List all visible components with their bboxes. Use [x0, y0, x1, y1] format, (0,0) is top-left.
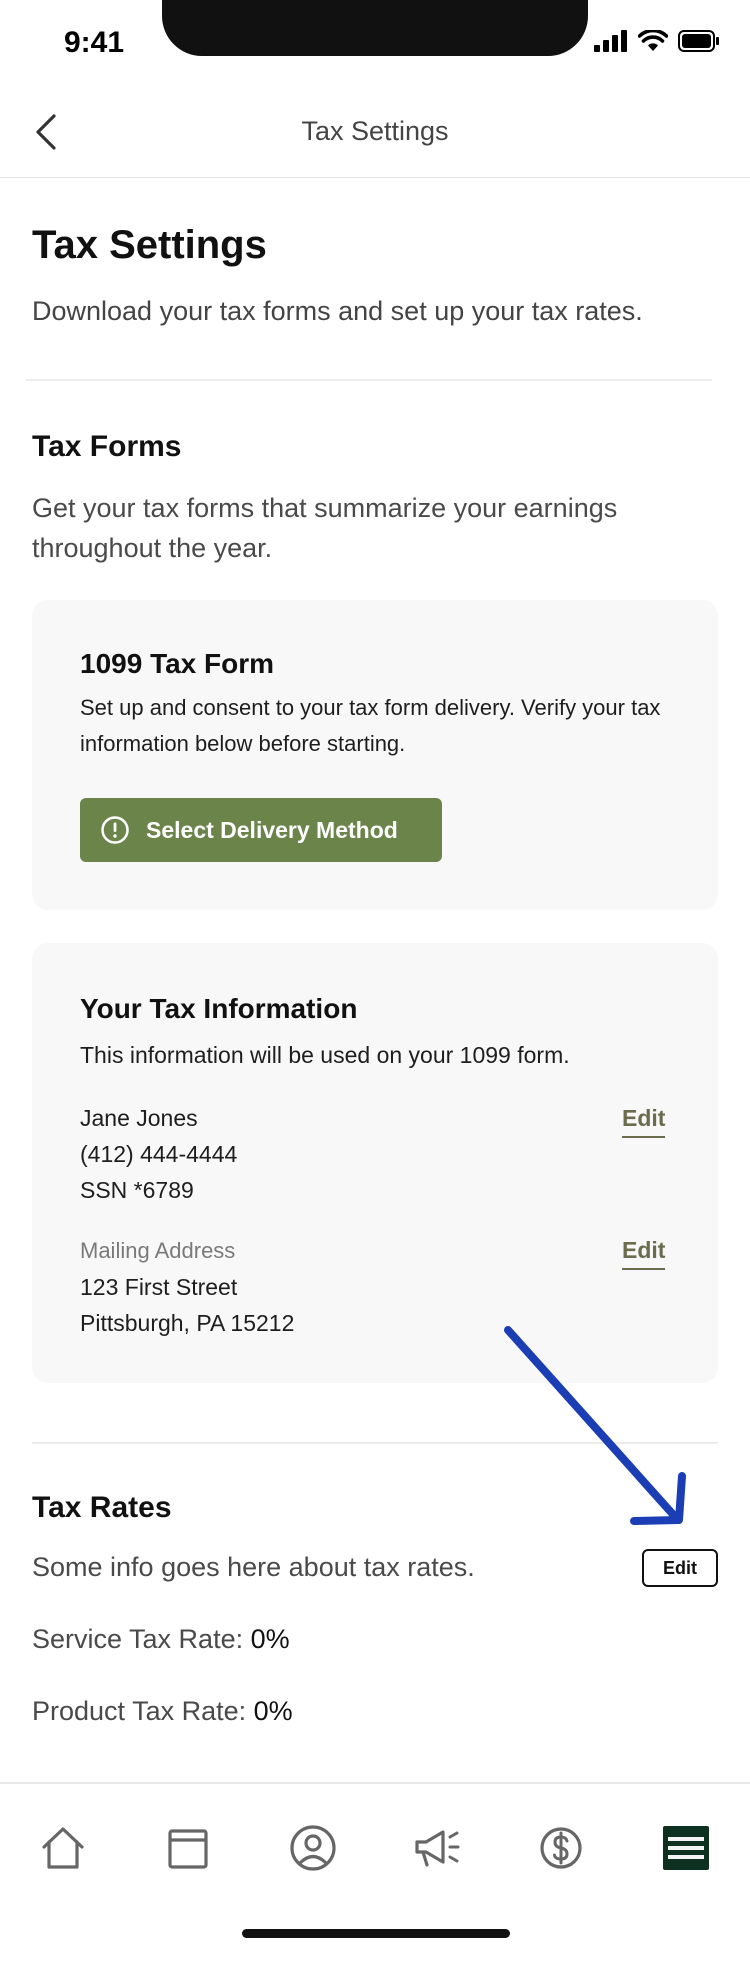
page-title: Tax Settings	[32, 223, 267, 267]
taxpayer-phone: (412) 444-4444	[80, 1141, 238, 1167]
edit-mailing-address-link[interactable]: Edit	[622, 1237, 666, 1270]
service-tax-rate-value: 0%	[250, 1624, 290, 1654]
mailing-street: 123 First Street	[80, 1274, 238, 1300]
tab-menu[interactable]	[654, 1816, 718, 1880]
tab-profile[interactable]	[281, 1816, 345, 1880]
page-subtitle: Download your tax forms and set up your …	[32, 296, 643, 326]
tax-form-card: 1099 Tax Form Set up and consent to your…	[32, 600, 718, 910]
tab-marketing[interactable]	[406, 1816, 470, 1880]
wifi-icon	[638, 30, 668, 51]
battery-icon	[678, 30, 719, 52]
tax-form-card-title: 1099 Tax Form	[80, 648, 275, 679]
annotation-arrow-icon	[504, 1326, 686, 1525]
menu-icon	[663, 1826, 709, 1870]
mailing-city: Pittsburgh, PA 15212	[80, 1310, 295, 1336]
tab-payments[interactable]	[529, 1816, 593, 1880]
mailing-address-label: Mailing Address	[80, 1238, 236, 1263]
service-tax-rate-label: Service Tax Rate:	[32, 1624, 251, 1654]
product-tax-rate: Product Tax Rate: 0%	[32, 1696, 293, 1727]
tax-information-title: Your Tax Information	[80, 993, 358, 1024]
tax-forms-title: Tax Forms	[32, 430, 182, 463]
product-tax-rate-label: Product Tax Rate:	[32, 1696, 254, 1726]
tax-rates-description: Some info goes here about tax rates.	[32, 1552, 475, 1582]
service-tax-rate: Service Tax Rate: 0%	[32, 1624, 290, 1655]
status-icons	[594, 30, 720, 52]
tab-home[interactable]	[31, 1816, 95, 1880]
select-delivery-method-button[interactable]: Select Delivery Method	[80, 798, 442, 862]
taxpayer-ssn: SSN *6789	[80, 1177, 194, 1203]
device-notch	[162, 0, 588, 56]
status-time: 9:41	[64, 26, 125, 59]
tax-form-card-description: Set up and consent to your tax form deli…	[80, 695, 661, 756]
calendar-icon	[168, 1829, 208, 1869]
status-bar: 9:41	[0, 0, 750, 88]
tax-information-card: Your Tax Information This information wi…	[32, 943, 718, 1383]
home-indicator	[242, 1929, 510, 1938]
tax-forms-description: Get your tax forms that summarize your e…	[32, 493, 618, 563]
tax-information-description: This information will be used on your 10…	[80, 1042, 570, 1068]
alert-circle-icon	[101, 816, 129, 844]
edit-personal-info-link[interactable]: Edit	[622, 1105, 666, 1138]
dollar-icon	[540, 1827, 582, 1869]
nav-header: Tax Settings	[0, 88, 750, 178]
user-icon	[290, 1825, 336, 1871]
nav-title: Tax Settings	[301, 116, 449, 146]
taxpayer-name: Jane Jones	[80, 1105, 198, 1131]
tax-rates-title: Tax Rates	[32, 1491, 172, 1524]
signal-icon	[594, 30, 627, 52]
tab-calendar[interactable]	[156, 1816, 220, 1880]
edit-tax-rates-button[interactable]: Edit	[642, 1549, 718, 1587]
divider	[26, 379, 712, 381]
megaphone-icon	[415, 1830, 460, 1867]
product-tax-rate-value: 0%	[253, 1696, 293, 1726]
home-icon	[42, 1827, 84, 1869]
select-delivery-method-label: Select Delivery Method	[146, 816, 398, 843]
